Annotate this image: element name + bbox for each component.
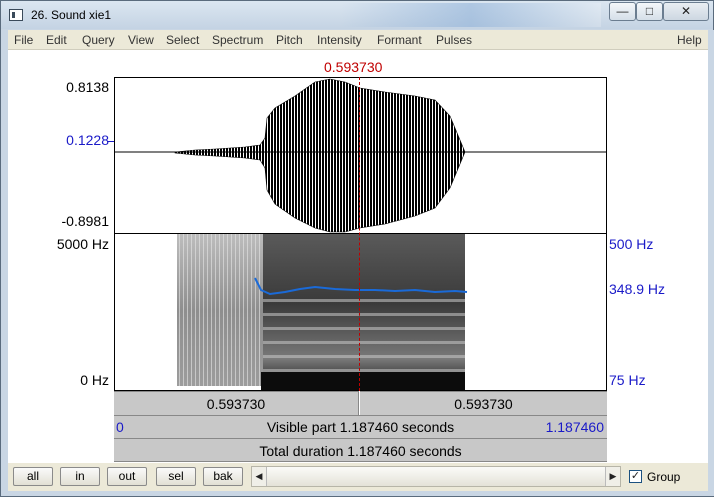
menu-file[interactable]: File [14,33,33,47]
menu-query[interactable]: Query [82,33,115,47]
zoom-selection-button[interactable]: sel [156,467,196,486]
menu-bar: File Edit Query View Select Spectrum Pit… [8,30,708,50]
window-right-border [708,30,714,496]
menu-pitch[interactable]: Pitch [276,33,303,47]
sound-editor-window: 26. Sound xie1 — □ ✕ File Edit Query Vie… [0,0,714,497]
scroll-right-icon[interactable]: ▶ [606,467,620,486]
spectrogram-harmonics [263,294,465,374]
spectrogram-graph [177,234,468,390]
menu-select[interactable]: Select [166,33,199,47]
zoom-in-button[interactable]: in [60,467,100,486]
pitch-top-label: 500 Hz [609,236,654,252]
waveform-panel[interactable] [114,77,607,234]
waveform-max-label: 0.8138 [66,79,109,95]
scroll-left-icon[interactable]: ◀ [252,467,266,486]
zoom-all-button[interactable]: all [13,467,53,486]
close-button[interactable]: ✕ [663,2,709,21]
menu-intensity[interactable]: Intensity [317,33,362,47]
time-bar-left[interactable]: 0.593730 [114,391,359,415]
spectrogram-low-band [261,372,465,390]
total-duration-bar[interactable]: Total duration 1.187460 seconds [114,438,607,462]
scroll-thumb[interactable] [266,467,606,486]
visible-start-label: 0 [116,419,124,435]
title-bar[interactable]: 26. Sound xie1 — □ ✕ [1,1,713,29]
visible-part-label: Visible part 1.187460 seconds [266,419,455,435]
spectrogram-top-label: 5000 Hz [56,236,109,252]
zoom-out-button[interactable]: out [107,467,147,486]
waveform-value-label: 0.1228 [66,132,109,148]
visible-part-bar[interactable]: Visible part 1.187460 seconds 0 1.187460 [114,415,607,438]
app-icon [9,9,23,21]
window-title: 26. Sound xie1 [31,8,112,22]
menu-help[interactable]: Help [677,33,702,47]
spectrogram-bottom-label: 0 Hz [80,372,109,388]
visible-end-label: 1.187460 [545,419,604,435]
title-bar-glass [341,3,601,27]
menu-spectrum[interactable]: Spectrum [212,33,263,47]
maximize-button[interactable]: □ [636,2,663,21]
spectrogram-panel[interactable] [114,234,607,391]
waveform-min-label: -0.8981 [61,213,109,229]
pitch-bottom-label: 75 Hz [609,372,646,388]
zoom-back-button[interactable]: bak [203,467,243,486]
waveform-trace [174,78,466,233]
cursor-line [359,77,360,391]
menu-pulses[interactable]: Pulses [436,33,472,47]
pitch-current-label: 348.9 Hz [609,281,666,297]
menu-view[interactable]: View [128,33,154,47]
cursor-time-label: 0.593730 [324,59,383,75]
group-label: Group [647,470,681,484]
waveform-value-tick [107,141,114,142]
spectrogram-fricative-texture [177,234,263,386]
group-checkbox[interactable]: ✓ [629,470,642,483]
time-bar-right[interactable]: 0.593730 [360,391,607,415]
waveform-graph [115,78,606,233]
menu-formant[interactable]: Formant [377,33,422,47]
horizontal-scrollbar[interactable]: ◀ ▶ [251,466,621,487]
minimize-button[interactable]: — [609,2,636,21]
menu-edit[interactable]: Edit [46,33,67,47]
